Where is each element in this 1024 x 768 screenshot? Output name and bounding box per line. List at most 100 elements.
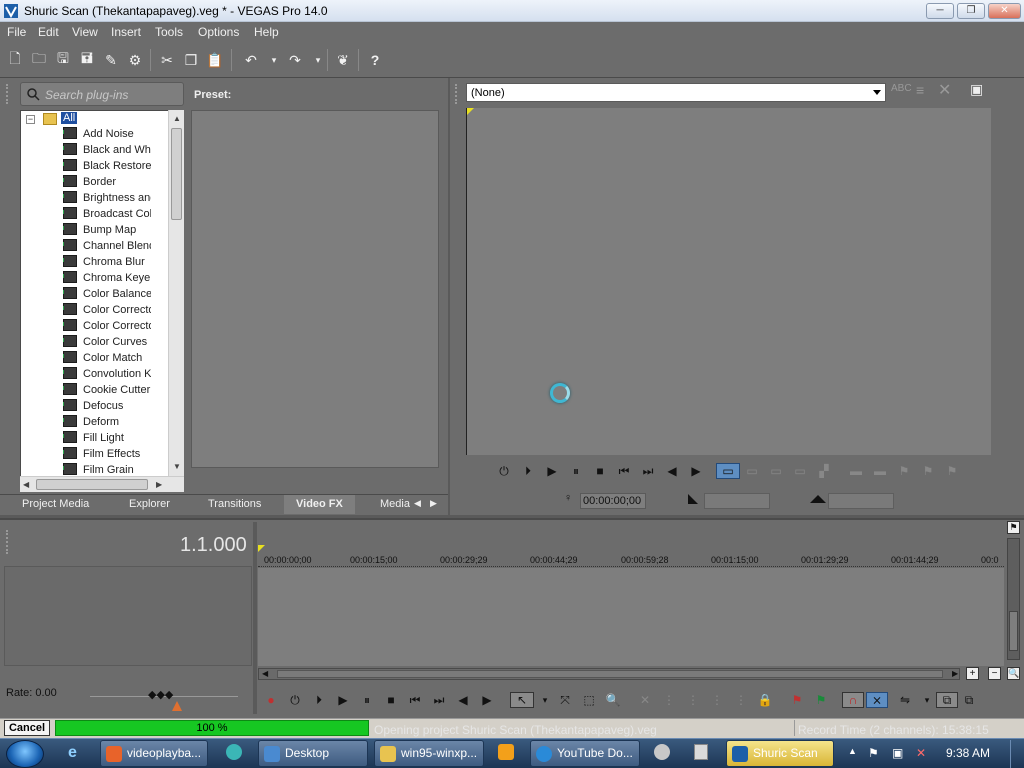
taskbar-item-win95[interactable]: win95-winxp... — [374, 740, 484, 767]
close-button[interactable]: ✕ — [988, 3, 1021, 19]
menu-tools[interactable]: Tools — [155, 25, 183, 39]
rate-slider-thumb[interactable]: ◆◆◆ — [148, 688, 173, 701]
edit-tool-dropdown-icon[interactable]: ▾ — [536, 692, 554, 708]
plugin-tree-item[interactable]: Black Restore — [63, 159, 151, 175]
taskbar-item-desktop[interactable]: Desktop — [258, 740, 368, 767]
previous-frame-icon[interactable]: ◀ — [663, 463, 681, 479]
media-player-icon[interactable] — [498, 744, 514, 760]
timeline-vertical-scrollbar[interactable] — [1007, 538, 1020, 660]
scroll-thumb[interactable] — [171, 128, 182, 220]
scroll-up-icon[interactable]: ▲ — [173, 114, 181, 123]
cd-marker-icon[interactable]: ⚑ — [919, 463, 937, 479]
plugin-tree-item[interactable]: Channel Blend — [63, 239, 151, 255]
delete-icon[interactable]: ✕ — [636, 692, 654, 708]
comment-icon[interactable]: ⚑ — [895, 463, 913, 479]
cut-icon[interactable]: ✂ — [158, 51, 176, 69]
taskbar-item-shuric-scan[interactable]: Shuric Scan — [726, 740, 834, 767]
insert-region-icon[interactable]: ⚑ — [812, 692, 830, 708]
marker-icon[interactable]: ▬ — [847, 463, 865, 479]
normal-edit-tool-icon[interactable]: ↖ — [510, 692, 534, 708]
remove-fx-icon[interactable]: ✕ — [938, 80, 951, 100]
command-marker-icon[interactable]: ⚑ — [943, 463, 961, 479]
tree-root-all[interactable]: All — [61, 112, 78, 124]
plugin-tree-item[interactable]: Chroma Blur — [63, 255, 151, 271]
zoom-in-icon[interactable]: + — [966, 667, 979, 680]
network-icon[interactable]: ▣ — [892, 746, 903, 760]
track-list-area[interactable] — [4, 566, 252, 666]
stop-icon[interactable]: ■ — [382, 692, 400, 708]
tab-media[interactable]: Media — [380, 498, 410, 510]
taskbar-item-youtube[interactable]: YouTube Do... — [530, 740, 640, 767]
menu-options[interactable]: Options — [198, 25, 239, 39]
show-hidden-icons-icon[interactable]: ▲ — [848, 746, 857, 756]
go-to-start-icon[interactable]: ⏮ — [406, 692, 424, 708]
pause-icon[interactable]: ⏸ — [358, 692, 376, 708]
auto-crossfade-icon[interactable]: ⨯ — [866, 692, 888, 708]
hscroll-thumb[interactable] — [277, 670, 943, 678]
previous-frame-icon[interactable]: ◀ — [454, 692, 472, 708]
trim-end-icon[interactable]: ⋮ — [708, 692, 726, 708]
paste-icon[interactable]: 📋 — [206, 51, 224, 69]
panel-grip[interactable] — [6, 84, 16, 104]
timeline-horizontal-scrollbar[interactable] — [258, 668, 960, 680]
plugin-tree-item[interactable]: Color Corrector (Secondary) — [63, 319, 151, 335]
tab-explorer[interactable]: Explorer — [129, 498, 170, 510]
cancel-button[interactable]: Cancel — [4, 720, 50, 736]
zoom-tool-icon[interactable]: 🔍 — [604, 692, 622, 708]
marker-bar-icon[interactable]: ⚑ — [1007, 521, 1020, 534]
trim-start-icon[interactable]: ⋮ — [684, 692, 702, 708]
save-icon[interactable]: 🖫 — [54, 50, 72, 69]
scroll-left-icon[interactable]: ◀ — [262, 669, 268, 678]
timeline-track-area[interactable] — [258, 568, 1004, 666]
search-plugins-input[interactable]: Search plug-ins — [20, 82, 184, 106]
track-splitter[interactable] — [253, 522, 257, 714]
insert-marker-icon[interactable]: ⚑ — [788, 692, 806, 708]
collapse-toggle[interactable]: − — [26, 115, 35, 124]
play-icon[interactable]: ▶ — [334, 692, 352, 708]
taskbar-item-videoplayback[interactable]: videoplayba... — [100, 740, 208, 767]
scroll-right-icon[interactable]: ▶ — [952, 669, 958, 678]
tree-vertical-scrollbar[interactable]: ▲ ▼ — [168, 110, 184, 490]
volume-muted-icon[interactable]: ✕ — [916, 746, 926, 760]
internet-explorer-icon[interactable]: e — [68, 744, 77, 762]
plugin-tree-item[interactable]: Color Curves — [63, 335, 151, 351]
zoom-tool-icon[interactable]: 🔍 — [1007, 667, 1020, 680]
split-icon[interactable]: ⋮ — [732, 692, 750, 708]
action-center-icon[interactable]: ⚑ — [868, 746, 879, 760]
tab-scroll-left-icon[interactable]: ◀ — [414, 498, 421, 509]
plugin-tree-item[interactable]: Film Effects — [63, 447, 151, 463]
undo-dropdown-icon[interactable]: ▾ — [265, 51, 283, 69]
overlays-icon[interactable]: ▭ — [743, 463, 761, 479]
preview-quality-icon[interactable]: ▞ — [815, 463, 833, 479]
go-to-end-icon[interactable]: ⏭ — [430, 692, 448, 708]
plugin-tree-item[interactable]: Defocus — [63, 399, 151, 415]
play-from-start-icon[interactable]: ⏵ — [519, 463, 537, 479]
snapping-icon[interactable]: ∩ — [842, 692, 864, 708]
minimize-button[interactable]: ─ — [926, 3, 954, 19]
region-icon[interactable]: ▬ — [871, 463, 889, 479]
selection-tool-icon[interactable]: ⬚ — [580, 692, 598, 708]
new-project-icon[interactable]: 🗋 — [6, 50, 24, 69]
zoom-out-icon[interactable]: − — [988, 667, 1001, 680]
redo-dropdown-icon[interactable]: ▾ — [309, 51, 327, 69]
plugin-tree-item[interactable]: Fill Light — [63, 431, 151, 447]
copy-icon[interactable]: ❐ — [182, 51, 200, 69]
menu-help[interactable]: Help — [254, 25, 279, 39]
lock-icon[interactable]: 🔒 — [756, 692, 774, 708]
render-as-icon[interactable]: ✎ — [102, 51, 120, 69]
go-to-start-icon[interactable]: ⏮ — [615, 463, 633, 479]
plugin-tree-item[interactable]: Bump Map — [63, 223, 151, 239]
split-screen-icon[interactable]: ▭ — [716, 463, 740, 479]
menu-view[interactable]: View — [72, 25, 98, 39]
video-preview-window[interactable] — [466, 108, 991, 455]
vscroll-thumb[interactable] — [1009, 611, 1018, 651]
menu-file[interactable]: File — [7, 25, 26, 39]
tree-horizontal-scrollbar[interactable]: ◀ ▶ — [20, 476, 184, 492]
plug-in-icon[interactable]: ❦ — [334, 51, 352, 69]
plugin-tree-item[interactable]: Convolution Kernel — [63, 367, 151, 383]
loop-playback-icon[interactable]: ⏻ — [286, 692, 304, 708]
settings-icon[interactable] — [654, 744, 670, 760]
plugin-tree[interactable]: − All Add Noise Black and White Black Rest… — [20, 110, 184, 490]
plugin-tree-item[interactable]: Brightness and Contrast — [63, 191, 151, 207]
plugin-tree-item[interactable]: Color Match — [63, 351, 151, 367]
